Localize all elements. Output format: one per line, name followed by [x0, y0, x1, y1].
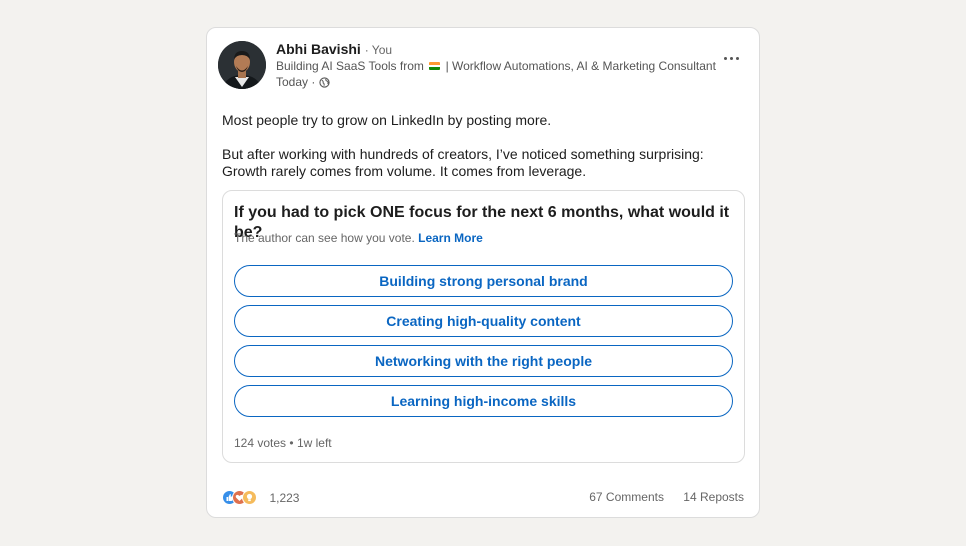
- poll-time-left: 1w left: [296, 436, 332, 450]
- author-headline: Building AI SaaS Tools from | Workflow A…: [276, 59, 721, 74]
- avatar[interactable]: [218, 41, 266, 89]
- post-paragraph: Growth rarely comes from volume. It come…: [222, 163, 587, 179]
- poll-votes[interactable]: 124 votes: [234, 436, 286, 450]
- poll: If you had to pick ONE focus for the nex…: [222, 190, 745, 463]
- headline-text-end: | Workflow Automations, AI & Marketing C…: [445, 59, 716, 73]
- insightful-reaction-icon: [242, 490, 257, 506]
- author-relation: · You: [364, 43, 393, 57]
- social-counts: 67 Comments 14 Reposts: [589, 490, 744, 504]
- poll-note-text: The author can see how you vote.: [234, 231, 415, 245]
- poll-meta-separator: •: [289, 436, 297, 450]
- post-timestamp: Today ·: [276, 75, 330, 90]
- poll-privacy-note: The author can see how you vote. Learn M…: [234, 231, 483, 246]
- poll-option-3[interactable]: Networking with the right people: [234, 345, 733, 377]
- globe-icon: [319, 77, 330, 88]
- post-paragraph: Most people try to grow on LinkedIn by p…: [222, 112, 552, 128]
- reactions-summary[interactable]: 1,223: [222, 489, 299, 506]
- india-flag-icon: [429, 62, 441, 70]
- more-options-icon[interactable]: [723, 54, 741, 64]
- post-card: Abhi Bavishi · You Building AI SaaS Tool…: [206, 27, 760, 518]
- more-dot: [736, 57, 739, 60]
- post-paragraph: But after working with hundreds of creat…: [222, 146, 704, 162]
- headline-text-start: Building AI SaaS Tools from: [276, 59, 424, 73]
- post-time: Today ·: [276, 75, 316, 89]
- poll-option-2[interactable]: Creating high-quality content: [234, 305, 733, 337]
- more-dot: [730, 57, 733, 60]
- poll-option-1[interactable]: Building strong personal brand: [234, 265, 733, 297]
- more-dot: [724, 57, 727, 60]
- reposts-count[interactable]: 14 Reposts: [683, 490, 744, 504]
- reactions-count[interactable]: 1,223: [269, 491, 299, 505]
- comments-count[interactable]: 67 Comments: [589, 490, 664, 504]
- poll-meta: 124 votes • 1w left: [234, 436, 332, 451]
- author-line: Abhi Bavishi · You: [276, 41, 392, 59]
- poll-option-4[interactable]: Learning high-income skills: [234, 385, 733, 417]
- post-body: Most people try to grow on LinkedIn by p…: [222, 112, 742, 180]
- learn-more-link[interactable]: Learn More: [418, 231, 483, 245]
- author-name[interactable]: Abhi Bavishi: [276, 41, 361, 57]
